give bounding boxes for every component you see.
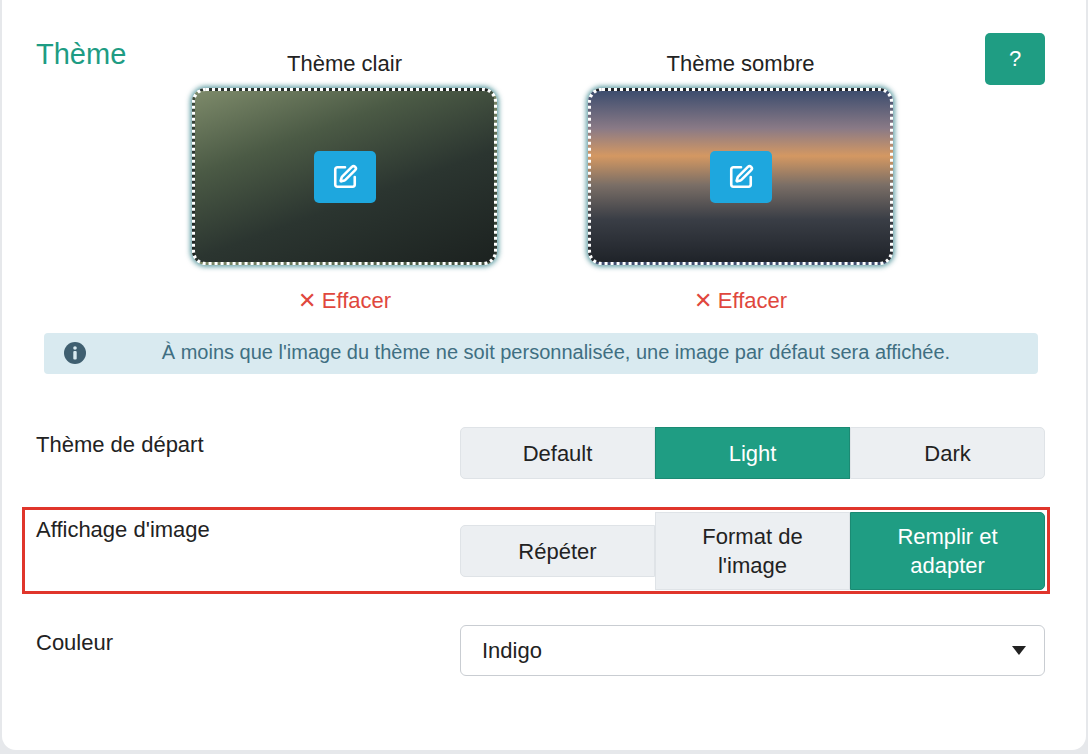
edit-icon (332, 164, 358, 190)
clear-label: Effacer (322, 287, 391, 315)
clear-icon: ✕ (298, 287, 316, 315)
row-label: Affichage d'image (36, 512, 460, 544)
clear-label: Effacer (718, 287, 787, 315)
theme-column: Thème sombre ✕Effacer (588, 50, 893, 315)
info-text: À moins que l'image du thème ne soit per… (98, 339, 1014, 366)
select-value: Indigo (482, 637, 542, 665)
header: ThèmeThème clair✕EffacerThème sombre✕Eff… (36, 33, 1045, 315)
segment-button[interactable]: Remplir et adapter (850, 512, 1045, 590)
image-display-row: Affichage d'imageRépéterFormat de l'imag… (22, 507, 1050, 594)
start-theme-row: Thème de départDefaultLightDark (36, 427, 1045, 479)
row-label: Thème de départ (36, 427, 460, 459)
help-button[interactable]: ? (985, 33, 1045, 85)
info-alert: À moins que l'image du thème ne soit per… (44, 333, 1038, 374)
clear-link[interactable]: ✕Effacer (694, 287, 787, 315)
theme-photo (192, 88, 497, 265)
theme-label: Thème clair (287, 50, 402, 78)
clear-icon: ✕ (694, 287, 712, 315)
edit-button[interactable] (314, 151, 376, 203)
row-label: Couleur (36, 625, 460, 657)
theme-photo (588, 88, 893, 265)
segmented-control: RépéterFormat de l'imageRemplir et adapt… (460, 512, 1045, 590)
card-title: Thème (36, 37, 192, 71)
segment-button[interactable]: Dark (850, 427, 1045, 479)
info-icon (64, 342, 86, 364)
segment-button[interactable]: Répéter (460, 525, 655, 577)
clear-link[interactable]: ✕Effacer (298, 287, 391, 315)
edit-icon (728, 164, 754, 190)
theme-card: ThèmeThème clair✕EffacerThème sombre✕Eff… (2, 0, 1086, 750)
segment-button[interactable]: Format de l'image (655, 512, 850, 590)
edit-button[interactable] (710, 151, 772, 203)
segmented-control: DefaultLightDark (460, 427, 1045, 479)
theme-column: Thème clair ✕Effacer (192, 50, 497, 315)
theme-images: Thème clair✕EffacerThème sombre✕Effacer (192, 33, 893, 315)
color-select[interactable]: Indigo (460, 625, 1045, 676)
segment-button[interactable]: Light (655, 427, 850, 479)
segment-button[interactable]: Default (460, 427, 655, 479)
color-row: Couleur Indigo (36, 625, 1045, 676)
caret-down-icon (1012, 646, 1026, 655)
theme-label: Thème sombre (667, 50, 815, 78)
